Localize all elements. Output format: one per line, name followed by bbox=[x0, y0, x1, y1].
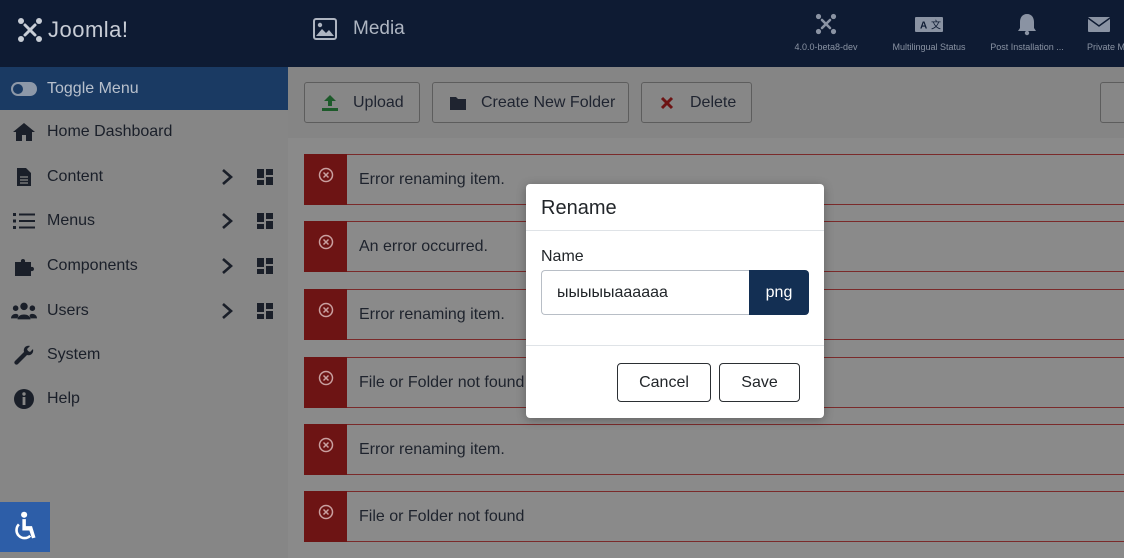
dashboard-icon[interactable] bbox=[257, 169, 273, 185]
options-button[interactable] bbox=[1100, 82, 1124, 123]
error-circle-icon[interactable] bbox=[318, 437, 334, 453]
list-icon bbox=[11, 210, 37, 232]
joomla-icon bbox=[815, 13, 837, 35]
info-icon bbox=[11, 388, 37, 410]
wrench-icon bbox=[11, 344, 37, 366]
alert-bar bbox=[304, 154, 347, 205]
private-messages-label: Private M bbox=[1087, 42, 1124, 52]
sidebar-item-label: Content bbox=[47, 168, 104, 185]
accessibility-button[interactable] bbox=[0, 502, 50, 552]
folder-icon bbox=[450, 96, 466, 110]
sidebar-item-content[interactable]: Content bbox=[0, 157, 288, 197]
accessibility-icon bbox=[15, 511, 36, 540]
dialog-header: Rename bbox=[526, 184, 824, 231]
file-icon bbox=[11, 166, 37, 188]
envelope-icon bbox=[1087, 17, 1111, 32]
joomla-logo-icon bbox=[18, 18, 42, 42]
multilingual-status-item[interactable]: A 文 Multilingual Status bbox=[884, 12, 974, 52]
chevron-right-icon[interactable] bbox=[220, 212, 234, 230]
close-icon bbox=[660, 96, 674, 109]
sidebar-item-label: Components bbox=[47, 257, 138, 274]
home-icon bbox=[11, 121, 37, 143]
puzzle-icon bbox=[11, 255, 37, 277]
toggle-menu-label: Toggle Menu bbox=[47, 79, 139, 97]
alert-message: An error occurred. bbox=[359, 238, 488, 255]
chevron-right-icon[interactable] bbox=[220, 168, 234, 186]
upload-label: Upload bbox=[353, 93, 404, 111]
alert-message: Error renaming item. bbox=[359, 441, 505, 458]
image-icon bbox=[313, 18, 337, 40]
post-installation-label: Post Installation ... bbox=[990, 42, 1064, 52]
alert-bar bbox=[304, 289, 347, 340]
save-button[interactable]: Save bbox=[719, 363, 800, 402]
sidebar-item-home-dashboard[interactable]: Home Dashboard bbox=[0, 112, 288, 152]
version-label: 4.0.0-beta8-dev bbox=[794, 42, 858, 52]
alert-message: File or Folder not found bbox=[359, 374, 525, 391]
dashboard-icon[interactable] bbox=[257, 258, 273, 274]
logo-text: Joomla! bbox=[48, 17, 129, 42]
sidebar-item-label: Menus bbox=[47, 212, 96, 229]
extension-addon: png bbox=[749, 270, 809, 315]
sidebar-item-system[interactable]: System bbox=[0, 335, 288, 375]
alert-message: File or Folder not found bbox=[359, 508, 525, 525]
alert-message: Error renaming item. bbox=[359, 306, 505, 323]
top-header: Joomla! Media 4.0.0-beta8-dev A 文 Multil… bbox=[0, 0, 1124, 67]
name-label: Name bbox=[541, 248, 584, 265]
page-title-text: Media bbox=[353, 18, 405, 39]
error-circle-icon[interactable] bbox=[318, 167, 334, 183]
cancel-button[interactable]: Cancel bbox=[617, 363, 711, 402]
name-input[interactable] bbox=[541, 270, 749, 315]
sidebar: Toggle Menu Home Dashboard Content Menus… bbox=[0, 67, 288, 558]
multilingual-status-label: Multilingual Status bbox=[892, 42, 966, 52]
post-installation-item[interactable]: Post Installation ... bbox=[982, 12, 1072, 52]
bell-icon bbox=[1018, 14, 1036, 36]
dialog-divider bbox=[526, 345, 824, 346]
sidebar-item-label: Home Dashboard bbox=[47, 123, 173, 140]
users-icon bbox=[11, 300, 37, 322]
chevron-right-icon[interactable] bbox=[220, 302, 234, 320]
dialog-title: Rename bbox=[541, 197, 617, 219]
sidebar-item-menus[interactable]: Menus bbox=[0, 201, 288, 241]
svg-text:A: A bbox=[920, 21, 927, 32]
joomla-logo[interactable]: Joomla! bbox=[16, 16, 129, 44]
chevron-right-icon[interactable] bbox=[220, 257, 234, 275]
toolbar: Upload Create New Folder Delete bbox=[288, 67, 1124, 138]
toggle-switch-icon bbox=[11, 81, 37, 96]
sidebar-item-help[interactable]: Help bbox=[0, 379, 288, 419]
dashboard-icon[interactable] bbox=[257, 213, 273, 229]
private-messages-item[interactable]: Private M bbox=[1073, 12, 1124, 52]
sidebar-item-components[interactable]: Components bbox=[0, 246, 288, 286]
error-circle-icon[interactable] bbox=[318, 234, 334, 250]
sidebar-item-label: Users bbox=[47, 302, 89, 319]
svg-text:文: 文 bbox=[931, 19, 941, 32]
error-circle-icon[interactable] bbox=[318, 302, 334, 318]
delete-label: Delete bbox=[690, 93, 737, 111]
version-item[interactable]: 4.0.0-beta8-dev bbox=[781, 12, 871, 52]
upload-button[interactable]: Upload bbox=[304, 82, 420, 123]
create-new-folder-label: Create New Folder bbox=[481, 93, 616, 111]
alert-bar bbox=[304, 491, 347, 542]
language-icon: A 文 bbox=[915, 17, 943, 32]
alert-error: Error renaming item. bbox=[304, 424, 1124, 475]
alert-bar bbox=[304, 424, 347, 475]
alert-error: File or Folder not found bbox=[304, 491, 1124, 542]
alert-bar bbox=[304, 357, 347, 408]
page-title: Media bbox=[313, 18, 405, 40]
error-circle-icon[interactable] bbox=[318, 504, 334, 520]
error-circle-icon[interactable] bbox=[318, 370, 334, 386]
delete-button[interactable]: Delete bbox=[641, 82, 752, 123]
toggle-menu-button[interactable]: Toggle Menu bbox=[0, 67, 288, 110]
sidebar-item-users[interactable]: Users bbox=[0, 291, 288, 331]
create-new-folder-button[interactable]: Create New Folder bbox=[432, 82, 629, 123]
dashboard-icon[interactable] bbox=[257, 303, 273, 319]
sidebar-item-label: Help bbox=[47, 390, 80, 407]
alert-message: Error renaming item. bbox=[359, 171, 505, 188]
sidebar-item-label: System bbox=[47, 346, 101, 363]
rename-dialog: Rename Name png Cancel Save bbox=[526, 184, 824, 418]
alert-bar bbox=[304, 221, 347, 272]
upload-icon bbox=[322, 94, 338, 111]
